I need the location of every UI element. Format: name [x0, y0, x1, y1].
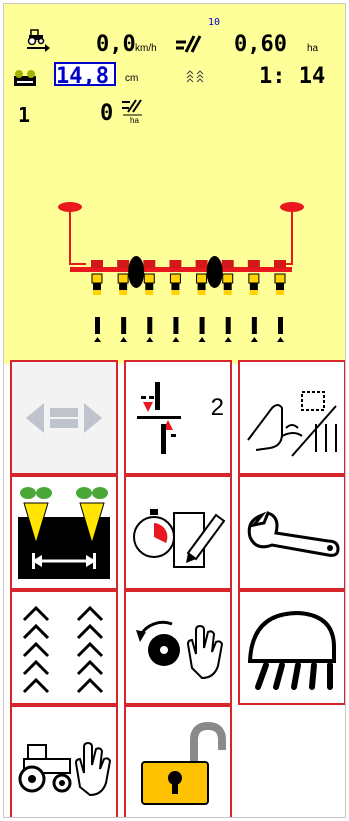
beet-row-spacing-icon [18, 486, 110, 579]
section-count-badge: 2 [210, 394, 224, 421]
drive-wheel [128, 256, 145, 288]
row-unit-hopper [196, 273, 208, 284]
row-unit-head [143, 260, 156, 268]
speed-value: 0,0 [96, 32, 136, 57]
seed-row-arrow [94, 337, 101, 342]
row-spacing-setup-tile[interactable] [10, 475, 118, 590]
terminal-screen: 0,0 km/h 10 0,60 ha 14,8 cm 1: 14 1 0 ha… [3, 3, 346, 818]
row-unit-body [171, 283, 180, 290]
row-unit-press [197, 290, 206, 295]
row-unit-hopper [248, 273, 260, 284]
touch-settings-icon [247, 390, 337, 457]
row-unit-body [145, 283, 154, 290]
section-control-icon [137, 381, 181, 454]
seed-row-arrow [146, 337, 154, 342]
section-control-tile[interactable]: 2 [124, 360, 232, 475]
row-unit-body [197, 283, 206, 290]
tractor-hand-icon [18, 741, 112, 796]
seed-row-arrow [198, 337, 206, 342]
empty-tile [238, 705, 345, 817]
status-panel: 0,0 km/h 10 0,60 ha 14,8 cm 1: 14 1 0 ha [4, 4, 345, 142]
row-unit-press [223, 290, 232, 295]
seed-disc-hand-icon [136, 620, 224, 679]
area-value: 0,60 [234, 32, 287, 57]
seed-density-value: 0 [100, 101, 114, 126]
tramline-chevrons-icon [22, 605, 104, 693]
row-pattern-icon [186, 70, 204, 83]
row-unit-press [249, 290, 258, 295]
seed-row-arrow [277, 337, 284, 342]
speed-unit: km/h [135, 43, 157, 54]
tractor-manual-tile[interactable] [10, 705, 118, 817]
row-unit-head [247, 260, 260, 268]
seed-row-arrow [250, 337, 258, 342]
left-marker-arm [69, 207, 86, 265]
row-spacing-input[interactable]: 14,8 [54, 62, 116, 89]
row-unit-body [119, 283, 128, 290]
row-unit-body [276, 283, 284, 290]
seeder-diagram [58, 202, 304, 342]
seed-row-mark [199, 317, 205, 334]
row-unit-body [93, 283, 101, 290]
row-unit-head [91, 260, 103, 268]
drive-wheel [206, 256, 223, 288]
softkey-grid: 2 [10, 360, 345, 817]
seed-row-mark [251, 317, 257, 334]
lateral-shift-icon [26, 402, 102, 433]
seed-row-mark [147, 317, 153, 334]
row-unit-head [117, 260, 130, 268]
row-unit-hopper [274, 273, 286, 284]
row-unit-head [221, 260, 234, 268]
row-spacing-unit: cm [125, 73, 139, 84]
row-unit-hopper [143, 273, 155, 284]
row-unit-body [249, 283, 258, 290]
row-unit-hopper [222, 273, 234, 284]
seed-row-mark [225, 317, 231, 334]
seed-row-mark [95, 317, 100, 334]
work-lights-tile[interactable] [238, 590, 345, 705]
row-unit-hopper [117, 273, 129, 284]
seed-row-mark [278, 317, 283, 334]
work-lights-icon [247, 610, 336, 690]
seed-density-icon: ha [122, 99, 142, 124]
unlock-tile[interactable] [124, 705, 232, 817]
row-unit-head [274, 260, 286, 268]
row-unit-hopper [91, 273, 103, 284]
row-unit-hopper [169, 273, 181, 284]
row-unit-body [223, 283, 232, 290]
satellite-count: 10 [208, 17, 221, 28]
lateral-shift-tile [10, 360, 118, 475]
seed-spacing-icon [14, 70, 36, 86]
row-unit-head [195, 260, 208, 268]
open-padlock-icon [141, 721, 226, 805]
seed-row-mark [121, 317, 127, 334]
seed-disc-tile[interactable] [124, 590, 232, 705]
seed-row-arrow [172, 337, 180, 342]
service-tile[interactable] [238, 475, 345, 590]
stopwatch-edit-icon [133, 508, 226, 568]
row-unit-head [169, 260, 182, 268]
svg-text:ha: ha [130, 116, 139, 124]
gps-signal-icon [176, 35, 202, 53]
tractor-speed-icon [27, 29, 50, 52]
row-unit-press [119, 290, 128, 295]
seed-row-arrow [224, 337, 232, 342]
seed-row-arrow [120, 337, 128, 342]
area-unit: ha [307, 43, 319, 54]
tramline-tile[interactable] [10, 590, 118, 705]
row-unit-press [276, 290, 284, 295]
row-unit-press [93, 290, 101, 295]
machine-diagram [4, 142, 345, 364]
row-number-value: 1 [18, 103, 31, 127]
row-ratio-value: 1: 14 [259, 64, 326, 89]
wrench-icon [247, 510, 340, 557]
row-spacing-value: 14,8 [56, 64, 109, 89]
right-marker-arm [276, 207, 293, 265]
touch-settings-tile[interactable] [238, 360, 345, 475]
calibration-tile[interactable] [124, 475, 232, 590]
row-unit-press [145, 290, 154, 295]
row-unit-press [171, 290, 180, 295]
seed-row-mark [173, 317, 179, 334]
